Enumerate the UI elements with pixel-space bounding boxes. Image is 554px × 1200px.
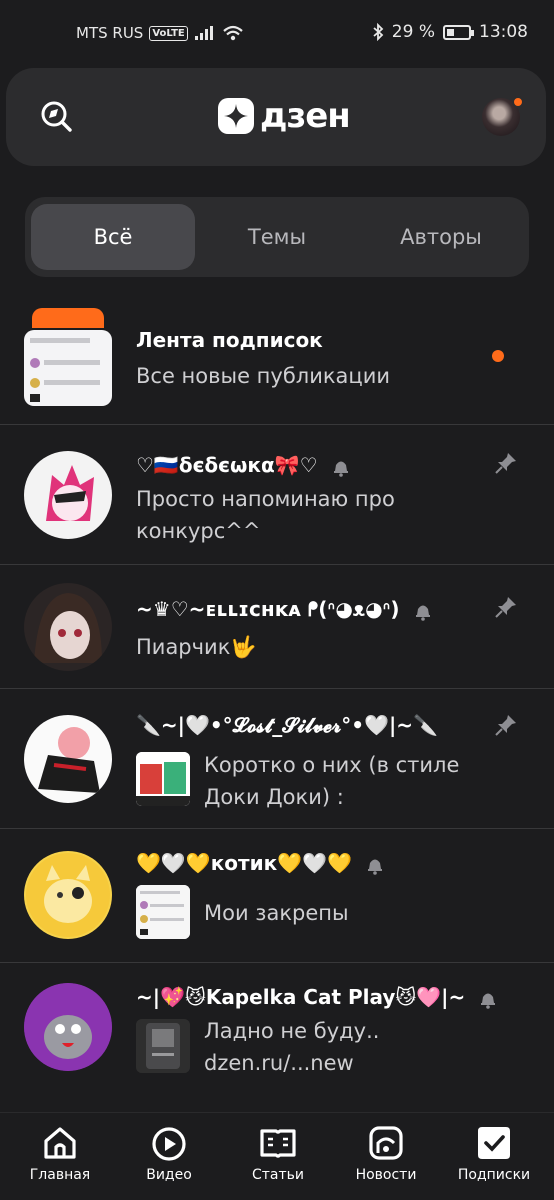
post-line-2: конкурс^^: [136, 519, 261, 543]
channel-post: Просто напоминаю про конкурс^^: [136, 483, 395, 547]
channel-name: 💛🤍💛котик💛🤍💛: [136, 851, 385, 875]
channel-name: ~♛♡~ᴇʟʟɪᴄʜᴋᴀ ⁠ᖰ(ᐢ⁠◕ᴥ◕⁠ᐢ): [136, 597, 433, 622]
channel-name: ~|💖😼Kapelka Cat Play😼🩷|~: [136, 985, 498, 1009]
battery-percent: 29 %: [391, 22, 435, 42]
filter-tabs: Всё Темы Авторы: [25, 197, 529, 277]
channel-post: Ладно не буду.. dzen.ru/...new: [204, 1015, 379, 1079]
channel-row[interactable]: 💛🤍💛котик💛🤍💛 Мои закрепы: [0, 829, 554, 963]
nav-news-label: Новости: [355, 1167, 417, 1183]
status-right: 29 % 13:08: [372, 22, 528, 42]
tab-topics[interactable]: Темы: [195, 204, 359, 270]
tab-authors[interactable]: Авторы: [359, 204, 523, 270]
dzen-star-icon: [218, 98, 254, 134]
nav-home[interactable]: Главная: [10, 1123, 110, 1183]
dzen-logo[interactable]: дзен: [218, 96, 351, 136]
channel-avatar: [24, 583, 112, 671]
post-line-1: Ладно не буду..: [204, 1019, 380, 1043]
post-line-1: Мои закрепы: [204, 901, 349, 925]
nav-home-label: Главная: [29, 1167, 91, 1183]
bell-icon[interactable]: [478, 989, 498, 1009]
nav-video[interactable]: Видео: [119, 1123, 219, 1183]
post-thumbnail: [136, 1019, 190, 1073]
post-thumbnail: [136, 885, 190, 939]
feed-subtitle: Все новые публикации: [136, 364, 390, 388]
channel-row[interactable]: ~♛♡~ᴇʟʟɪᴄʜᴋᴀ ⁠ᖰ(ᐢ⁠◕ᴥ◕⁠ᐢ) Пиарчик🤟: [0, 565, 554, 689]
bell-icon[interactable]: [413, 601, 433, 621]
video-icon: [152, 1127, 186, 1161]
news-icon: [369, 1126, 403, 1160]
channel-name-text: 💛🤍💛котик💛🤍💛: [136, 851, 352, 875]
bluetooth-icon: [373, 23, 384, 41]
pin-icon[interactable]: [494, 713, 518, 737]
articles-icon: [260, 1129, 296, 1158]
channel-name-text: ~|💖😼Kapelka Cat Play😼🩷|~: [136, 985, 466, 1009]
volte-badge: VoLTE: [149, 25, 188, 41]
bell-icon[interactable]: [331, 457, 351, 477]
channel-post: Коротко о них (в стиле Доки Доки) :: [204, 749, 459, 813]
post-link[interactable]: dzen.ru/...new: [204, 1047, 379, 1079]
home-icon: [44, 1127, 76, 1159]
clock: 13:08: [479, 22, 528, 42]
top-bar: дзен: [6, 68, 546, 166]
bell-icon[interactable]: [365, 855, 385, 875]
subscriptions-icon: [478, 1127, 510, 1159]
signal-icon: [194, 26, 213, 40]
wifi-icon: [223, 25, 243, 41]
channel-name: ♡🇷🇺δєδєωкα🎀♡: [136, 453, 351, 477]
nav-articles-label: Статьи: [251, 1167, 304, 1183]
pin-icon[interactable]: [494, 451, 518, 475]
nav-articles[interactable]: Статьи: [228, 1123, 328, 1183]
channel-row[interactable]: ♡🇷🇺δєδєωкα🎀♡ Просто напоминаю про конкур…: [0, 425, 554, 565]
pin-icon[interactable]: [494, 595, 518, 619]
post-line-1: Пиарчик🤟: [136, 635, 257, 659]
unread-dot: [492, 350, 504, 362]
channel-row[interactable]: 🔪~|🤍•°𝓛𝓸𝓼𝓽_𝓢𝓲𝓵𝓿𝓮𝓻°•🤍|~🔪 Коротко о них (в…: [0, 689, 554, 829]
channel-avatar: [24, 451, 112, 539]
channel-name-text: ♡🇷🇺δєδєωкα🎀♡: [136, 453, 318, 477]
bottom-navigation: Главная Видео Статьи Новости Подписки: [0, 1112, 554, 1200]
post-line-1: Просто напоминаю про: [136, 487, 395, 511]
logo-text: дзен: [260, 96, 351, 136]
nav-subscriptions[interactable]: Подписки: [444, 1123, 544, 1183]
channel-name-text: ~♛♡~ᴇʟʟɪᴄʜᴋᴀ ⁠ᖰ(ᐢ⁠◕ᴥ◕⁠ᐢ): [136, 597, 400, 621]
nav-subscriptions-label: Подписки: [457, 1167, 531, 1183]
feed-thumbnail: [24, 308, 112, 406]
status-left: MTS RUS VoLTE: [76, 24, 244, 42]
feed-row[interactable]: Лента подписок Все новые публикации: [0, 300, 554, 424]
feed-title: Лента подписок: [136, 328, 323, 352]
search-icon[interactable]: [38, 98, 74, 134]
channel-avatar: [24, 715, 112, 803]
post-line-2: Доки Доки) :: [204, 785, 344, 809]
status-bar: MTS RUS VoLTE 29 % 13:08: [0, 0, 554, 66]
carrier-label: MTS RUS: [76, 24, 144, 42]
tab-all[interactable]: Всё: [31, 204, 195, 270]
channel-name: 🔪~|🤍•°𝓛𝓸𝓼𝓽_𝓢𝓲𝓵𝓿𝓮𝓻°•🤍|~🔪: [136, 713, 438, 737]
post-line-1: Коротко о них (в стиле: [204, 753, 460, 777]
channel-row[interactable]: ~|💖😼Kapelka Cat Play😼🩷|~ Ладно не буду..…: [0, 963, 554, 1111]
battery-icon: [443, 24, 474, 40]
channel-avatar: [24, 983, 112, 1071]
post-thumbnail: [136, 752, 190, 806]
notification-dot: [512, 96, 524, 108]
nav-news[interactable]: Новости: [336, 1123, 436, 1183]
channel-avatar: [24, 851, 112, 939]
nav-video-label: Видео: [146, 1167, 192, 1183]
